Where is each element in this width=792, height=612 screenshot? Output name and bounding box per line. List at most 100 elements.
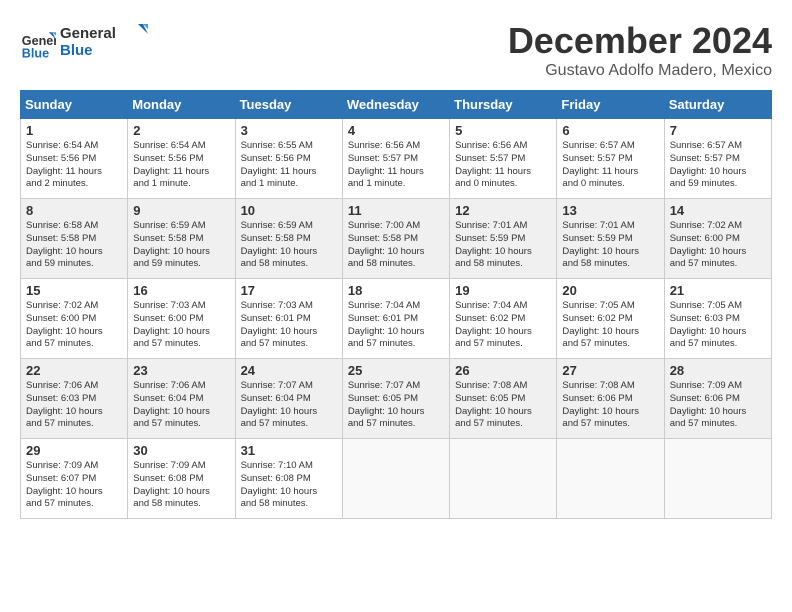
day-number: 12 (455, 203, 551, 218)
day-number: 31 (241, 443, 337, 458)
cell-info: Sunrise: 7:07 AMSunset: 6:05 PMDaylight:… (348, 380, 444, 431)
calendar-cell: 1 Sunrise: 6:54 AMSunset: 5:56 PMDaylight… (21, 119, 128, 199)
calendar-cell: 12 Sunrise: 7:01 AMSunset: 5:59 PMDayligh… (450, 199, 557, 279)
month-title: December 2024 (508, 20, 772, 62)
calendar-cell: 21Sunrise: 7:05 AMSunset: 6:03 PMDayligh… (664, 279, 771, 359)
day-number: 20 (562, 283, 658, 298)
cell-info: Sunrise: 7:04 AMSunset: 6:01 PMDaylight:… (348, 300, 444, 351)
day-number: 22 (26, 363, 122, 378)
day-number: 5 (455, 123, 551, 138)
day-header-saturday: Saturday (664, 91, 771, 119)
day-number: 1 (26, 123, 122, 138)
calendar-cell (557, 439, 664, 519)
cell-info: Sunrise: 7:09 AMSunset: 6:08 PMDaylight:… (133, 460, 229, 511)
cell-info: Sunrise: 7:06 AMSunset: 6:03 PMDaylight:… (26, 380, 122, 431)
day-number: 13 (562, 203, 658, 218)
day-number: 11 (348, 203, 444, 218)
calendar-cell: 27 Sunrise: 7:08 AMSunset: 6:06 PMDayligh… (557, 359, 664, 439)
calendar-cell: 26Sunrise: 7:08 AMSunset: 6:05 PMDayligh… (450, 359, 557, 439)
cell-info: Sunrise: 7:09 AMSunset: 6:06 PMDaylight:… (670, 380, 766, 431)
day-number: 6 (562, 123, 658, 138)
calendar-week-row: 15 Sunrise: 7:02 AMSunset: 6:00 PMDayligh… (21, 279, 772, 359)
day-number: 14 (670, 203, 766, 218)
cell-info: Sunrise: 7:10 AMSunset: 6:08 PMDaylight:… (241, 460, 337, 511)
cell-info: Sunrise: 6:56 AMSunset: 5:57 PMDaylight:… (348, 140, 444, 191)
day-number: 10 (241, 203, 337, 218)
cell-info: Sunrise: 7:03 AMSunset: 6:00 PMDaylight:… (133, 300, 229, 351)
svg-text:Blue: Blue (22, 46, 49, 60)
calendar-cell: 29 Sunrise: 7:09 AMSunset: 6:07 PMDayligh… (21, 439, 128, 519)
day-number: 24 (241, 363, 337, 378)
calendar-cell (450, 439, 557, 519)
day-number: 8 (26, 203, 122, 218)
calendar-cell: 22 Sunrise: 7:06 AMSunset: 6:03 PMDayligh… (21, 359, 128, 439)
cell-info: Sunrise: 7:05 AMSunset: 6:03 PMDaylight:… (670, 300, 766, 351)
day-header-monday: Monday (128, 91, 235, 119)
calendar-cell: 18 Sunrise: 7:04 AMSunset: 6:01 PMDayligh… (342, 279, 449, 359)
calendar-header-row: SundayMondayTuesdayWednesdayThursdayFrid… (21, 91, 772, 119)
calendar-cell: 23Sunrise: 7:06 AMSunset: 6:04 PMDayligh… (128, 359, 235, 439)
cell-info: Sunrise: 7:08 AMSunset: 6:06 PMDaylight:… (562, 380, 658, 431)
day-number: 2 (133, 123, 229, 138)
cell-info: Sunrise: 6:57 AMSunset: 5:57 PMDaylight:… (562, 140, 658, 191)
calendar-cell: 30 Sunrise: 7:09 AMSunset: 6:08 PMDayligh… (128, 439, 235, 519)
cell-info: Sunrise: 7:09 AMSunset: 6:07 PMDaylight:… (26, 460, 122, 511)
calendar-cell: 19Sunrise: 7:04 AMSunset: 6:02 PMDayligh… (450, 279, 557, 359)
cell-info: Sunrise: 6:54 AMSunset: 5:56 PMDaylight:… (26, 140, 122, 191)
calendar-cell: 17 Sunrise: 7:03 AMSunset: 6:01 PMDayligh… (235, 279, 342, 359)
day-number: 16 (133, 283, 229, 298)
day-number: 29 (26, 443, 122, 458)
day-number: 19 (455, 283, 551, 298)
cell-info: Sunrise: 7:07 AMSunset: 6:04 PMDaylight:… (241, 380, 337, 431)
calendar-cell: 20Sunrise: 7:05 AMSunset: 6:02 PMDayligh… (557, 279, 664, 359)
day-number: 4 (348, 123, 444, 138)
logo-icon: General Blue (20, 25, 56, 61)
day-number: 9 (133, 203, 229, 218)
day-number: 30 (133, 443, 229, 458)
day-number: 28 (670, 363, 766, 378)
day-number: 17 (241, 283, 337, 298)
cell-info: Sunrise: 6:55 AMSunset: 5:56 PMDaylight:… (241, 140, 337, 191)
calendar-table: SundayMondayTuesdayWednesdayThursdayFrid… (20, 90, 772, 519)
cell-info: Sunrise: 6:58 AMSunset: 5:58 PMDaylight:… (26, 220, 122, 271)
calendar-cell: 16 Sunrise: 7:03 AMSunset: 6:00 PMDayligh… (128, 279, 235, 359)
calendar-week-row: 22 Sunrise: 7:06 AMSunset: 6:03 PMDayligh… (21, 359, 772, 439)
day-number: 15 (26, 283, 122, 298)
calendar-cell: 13 Sunrise: 7:01 AMSunset: 5:59 PMDayligh… (557, 199, 664, 279)
cell-info: Sunrise: 7:03 AMSunset: 6:01 PMDaylight:… (241, 300, 337, 351)
calendar-cell: 8 Sunrise: 6:58 AMSunset: 5:58 PMDaylight… (21, 199, 128, 279)
day-number: 27 (562, 363, 658, 378)
cell-info: Sunrise: 7:02 AMSunset: 6:00 PMDaylight:… (26, 300, 122, 351)
svg-text:Blue: Blue (60, 42, 93, 59)
calendar-cell: 31 Sunrise: 7:10 AMSunset: 6:08 PMDayligh… (235, 439, 342, 519)
calendar-cell: 6 Sunrise: 6:57 AMSunset: 5:57 PMDaylight… (557, 119, 664, 199)
cell-info: Sunrise: 7:01 AMSunset: 5:59 PMDaylight:… (562, 220, 658, 271)
day-number: 18 (348, 283, 444, 298)
calendar-week-row: 8 Sunrise: 6:58 AMSunset: 5:58 PMDaylight… (21, 199, 772, 279)
cell-info: Sunrise: 7:00 AMSunset: 5:58 PMDaylight:… (348, 220, 444, 271)
calendar-body: 1 Sunrise: 6:54 AMSunset: 5:56 PMDaylight… (21, 119, 772, 519)
cell-info: Sunrise: 6:59 AMSunset: 5:58 PMDaylight:… (133, 220, 229, 271)
calendar-cell: 28 Sunrise: 7:09 AMSunset: 6:06 PMDayligh… (664, 359, 771, 439)
logo-svg: General Blue (60, 20, 150, 60)
title-block: December 2024 Gustavo Adolfo Madero, Mex… (508, 20, 772, 80)
cell-info: Sunrise: 6:54 AMSunset: 5:56 PMDaylight:… (133, 140, 229, 191)
cell-info: Sunrise: 6:56 AMSunset: 5:57 PMDaylight:… (455, 140, 551, 191)
calendar-cell (342, 439, 449, 519)
svg-text:General: General (60, 25, 116, 42)
day-header-wednesday: Wednesday (342, 91, 449, 119)
calendar-week-row: 29 Sunrise: 7:09 AMSunset: 6:07 PMDayligh… (21, 439, 772, 519)
day-header-friday: Friday (557, 91, 664, 119)
logo: General Blue General Blue (20, 20, 150, 65)
calendar-cell: 15 Sunrise: 7:02 AMSunset: 6:00 PMDayligh… (21, 279, 128, 359)
day-number: 26 (455, 363, 551, 378)
calendar-cell: 24 Sunrise: 7:07 AMSunset: 6:04 PMDayligh… (235, 359, 342, 439)
day-number: 23 (133, 363, 229, 378)
day-header-thursday: Thursday (450, 91, 557, 119)
calendar-week-row: 1 Sunrise: 6:54 AMSunset: 5:56 PMDaylight… (21, 119, 772, 199)
calendar-cell: 7Sunrise: 6:57 AMSunset: 5:57 PMDaylight… (664, 119, 771, 199)
cell-info: Sunrise: 7:01 AMSunset: 5:59 PMDaylight:… (455, 220, 551, 271)
day-number: 3 (241, 123, 337, 138)
calendar-cell: 4 Sunrise: 6:56 AMSunset: 5:57 PMDaylight… (342, 119, 449, 199)
calendar-cell: 3 Sunrise: 6:55 AMSunset: 5:56 PMDaylight… (235, 119, 342, 199)
